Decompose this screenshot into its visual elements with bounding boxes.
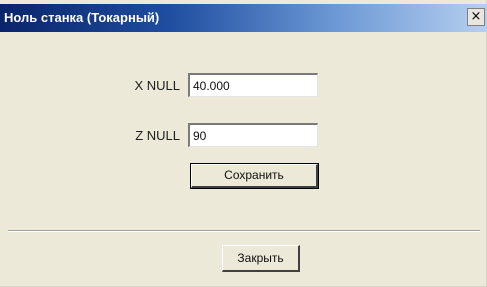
separator-line (8, 230, 480, 232)
z-null-input[interactable]: 90 (188, 123, 318, 147)
z-null-label: Z NULL (135, 128, 180, 143)
close-button[interactable]: Закрыть (222, 245, 300, 272)
x-null-label: X NULL (134, 78, 180, 93)
save-button[interactable]: Сохранить (190, 163, 319, 189)
close-button-label: Закрыть (237, 251, 284, 265)
window-title: Ноль станка (Токарный) (4, 10, 160, 25)
dialog-window: Ноль станка (Токарный) × X NULL 40.000 Z… (0, 0, 487, 287)
x-null-input[interactable]: 40.000 (188, 73, 318, 97)
title-bar[interactable]: Ноль станка (Токарный) × (0, 4, 487, 32)
save-button-label: Сохранить (224, 168, 284, 182)
close-icon[interactable]: × (467, 8, 485, 26)
